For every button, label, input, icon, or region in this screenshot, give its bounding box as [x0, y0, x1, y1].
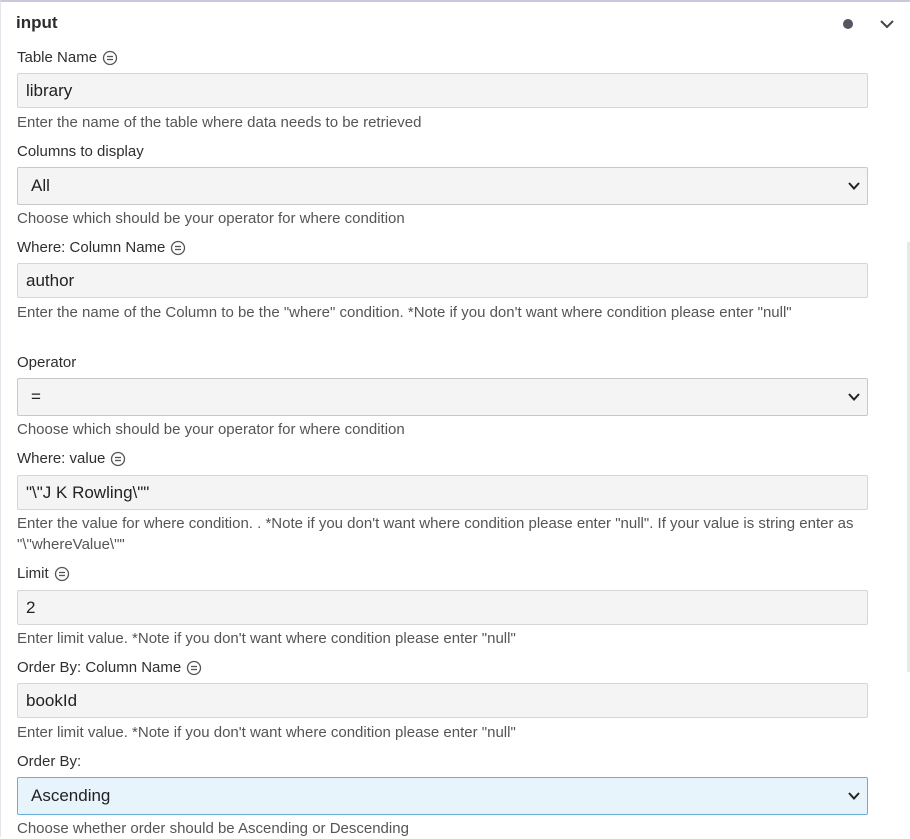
- operator-select[interactable]: =: [17, 378, 868, 416]
- operator-help: Choose which should be your operator for…: [17, 421, 405, 438]
- order-by-select[interactable]: Ascending: [17, 777, 868, 815]
- info-circle-icon[interactable]: [102, 50, 118, 66]
- chevron-down-icon: [848, 182, 860, 190]
- limit-help: Enter limit value. *Note if you don't wa…: [17, 630, 516, 647]
- columns-help: Choose which should be your operator for…: [17, 210, 405, 227]
- info-circle-icon[interactable]: [54, 566, 70, 582]
- where-value-label: Where: value: [17, 450, 126, 467]
- table-name-help: Enter the name of the table where data n…: [17, 114, 422, 131]
- table-name-input[interactable]: library: [17, 73, 868, 108]
- columns-label: Columns to display: [17, 143, 144, 160]
- order-column-help: Enter limit value. *Note if you don't wa…: [17, 724, 516, 741]
- order-column-label: Order By: Column Name: [17, 659, 202, 676]
- order-by-selected-value: Ascending: [31, 786, 111, 805]
- order-by-help: Choose whether order should be Ascending…: [17, 820, 409, 837]
- where-column-label: Where: Column Name: [17, 239, 186, 256]
- where-column-help: Enter the name of the Column to be the "…: [17, 304, 792, 321]
- section-title: input: [16, 13, 58, 32]
- limit-input[interactable]: 2: [17, 590, 868, 625]
- chevron-down-icon: [848, 792, 860, 800]
- status-dot-icon: [843, 19, 853, 29]
- operator-selected-value: =: [31, 387, 41, 406]
- where-value-input[interactable]: "\"J K Rowling\"": [17, 475, 868, 510]
- order-by-label: Order By:: [17, 753, 82, 770]
- order-column-input[interactable]: bookId: [17, 683, 868, 718]
- info-circle-icon[interactable]: [170, 240, 186, 256]
- operator-label: Operator: [17, 354, 77, 371]
- info-circle-icon[interactable]: [110, 451, 126, 467]
- table-name-label: Table Name: [17, 49, 118, 66]
- chevron-down-icon: [848, 393, 860, 401]
- limit-label: Limit: [17, 565, 70, 582]
- section-header[interactable]: input: [1, 2, 909, 46]
- where-column-input[interactable]: author: [17, 263, 868, 298]
- where-value-help: Enter the value for where condition. . *…: [17, 515, 854, 553]
- info-circle-icon[interactable]: [186, 660, 202, 676]
- input-panel: input Table Name library Enter the name …: [0, 0, 910, 837]
- columns-selected-value: All: [31, 176, 50, 195]
- columns-select[interactable]: All: [17, 167, 868, 205]
- chevron-down-icon[interactable]: [878, 15, 896, 33]
